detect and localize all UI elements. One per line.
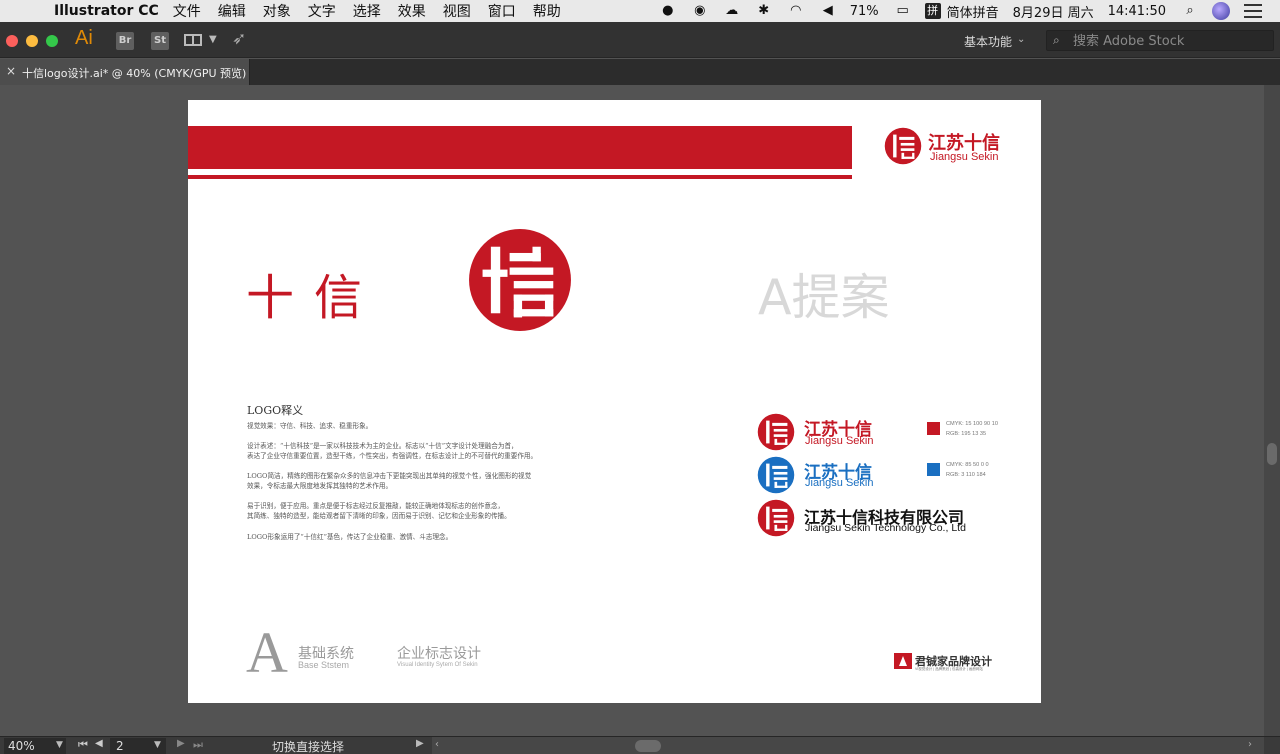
variant-red-logo-mark[interactable]: [757, 413, 795, 451]
close-icon[interactable]: ×: [6, 64, 16, 78]
notification-center-icon[interactable]: [1244, 4, 1262, 18]
battery-icon[interactable]: ▭: [893, 3, 913, 19]
studio-logo-icon[interactable]: [894, 653, 912, 669]
stock-button[interactable]: St: [151, 32, 169, 50]
illustrator-logo: Ai: [75, 27, 93, 49]
footer-section-letter[interactable]: A: [246, 624, 288, 682]
previous-artboard-icon[interactable]: ◀: [95, 738, 103, 749]
document-tab-title: 十信logo设计.ai* @ 40% (CMYK/GPU 预览): [22, 67, 247, 80]
explanation-paragraph[interactable]: LOGO简洁，精练的图形在繁杂众多的信息冲击下更能突现出其单纯的视觉个性，强化图…: [247, 471, 587, 491]
bridge-button[interactable]: Br: [116, 32, 134, 50]
chevron-down-icon: ▼: [154, 740, 161, 750]
stock-search-input[interactable]: [1073, 32, 1268, 50]
menubar-time[interactable]: 14:41:50: [1108, 4, 1166, 19]
siri-icon[interactable]: [1212, 2, 1230, 20]
window-close-button[interactable]: [6, 35, 18, 47]
input-method-name[interactable]: 简体拼音: [947, 2, 999, 21]
menu-file[interactable]: 文件: [173, 1, 201, 21]
menu-type[interactable]: 文字: [308, 1, 336, 21]
artboard-number: 2: [116, 739, 124, 753]
stock-search-box[interactable]: ⌕: [1046, 30, 1274, 51]
menu-help[interactable]: 帮助: [533, 1, 561, 21]
variant-red-brand-en[interactable]: Jiangsu Sekin: [805, 435, 874, 447]
header-red-band[interactable]: [188, 126, 852, 169]
first-artboard-icon[interactable]: ⏮: [78, 738, 88, 752]
explanation-paragraph[interactable]: LOGO形象运用了“十信红”基色，传达了企业稳重、激情、斗志理念。: [247, 532, 587, 542]
explanation-paragraph[interactable]: 易于识别，便于应用。重点是便于标志经过反复推敲，能较正确地体现标志的创作意念， …: [247, 501, 587, 521]
menubar-status-area: ● ◉ ☁ ✱ ◠ ◀ 71% ▭ 拼 简体拼音 8月29日 周六 14:41:…: [658, 0, 1280, 22]
blue-color-values[interactable]: CMYK: 85 50 0 0 RGB: 3 110 184: [946, 460, 989, 480]
scroll-left-icon[interactable]: ‹: [435, 739, 439, 750]
macos-menubar: Illustrator CC 文件 编辑 对象 文字 选择 效果 视图 窗口 帮…: [0, 0, 1280, 22]
last-artboard-icon[interactable]: ⏭: [193, 738, 203, 752]
scroll-right-icon[interactable]: ›: [1248, 739, 1252, 750]
menu-view[interactable]: 视图: [443, 1, 471, 21]
document-tab[interactable]: × 十信logo设计.ai* @ 40% (CMYK/GPU 预览): [0, 59, 250, 85]
wifi-icon[interactable]: ◠: [786, 3, 806, 19]
footer-basic-system-en[interactable]: Base Ststem: [298, 660, 349, 670]
blue-color-swatch[interactable]: [927, 463, 940, 476]
vertical-scrollbar[interactable]: [1264, 85, 1280, 736]
volume-icon[interactable]: ◀: [818, 3, 838, 19]
footer-vi-title-en[interactable]: Visual Identity Sytem Of Sekin: [397, 662, 478, 668]
menubar-date[interactable]: 8月29日 周六: [1013, 2, 1094, 21]
header-red-line[interactable]: [188, 175, 852, 179]
studio-subtitle[interactable]: VI视觉设计 | 品牌策划 | 包装设计 | 画册网站: [915, 667, 983, 672]
vertical-scroll-thumb[interactable]: [1267, 443, 1277, 465]
next-artboard-icon[interactable]: ▶: [177, 738, 185, 749]
status-bar: 40% ▼ ⏮ ◀ 2 ▼ ▶ ⏭ 切换直接选择 ▶ ‹ ›: [0, 736, 1280, 754]
wechat-icon[interactable]: ◉: [690, 3, 710, 19]
arrange-documents-icon[interactable]: [184, 34, 202, 46]
menu-app-name[interactable]: Illustrator CC: [54, 3, 159, 19]
red-color-values[interactable]: CMYK: 15 100 90 10 RGB: 195 13 35: [946, 419, 998, 439]
horizontal-scrollbar[interactable]: ‹ ›: [432, 737, 1264, 754]
menu-select[interactable]: 选择: [353, 1, 381, 21]
explanation-title[interactable]: LOGO释义: [247, 402, 303, 418]
artboard-number-select[interactable]: 2 ▼: [110, 738, 166, 754]
search-icon: ⌕: [1053, 33, 1060, 47]
variant-blue-logo-mark[interactable]: [757, 456, 795, 494]
window-minimize-button[interactable]: [26, 35, 38, 47]
zoom-value: 40%: [8, 739, 35, 753]
workspace-switcher[interactable]: 基本功能: [964, 33, 1012, 50]
menu-object[interactable]: 对象: [263, 1, 291, 21]
main-logo-mark[interactable]: [468, 228, 572, 332]
chevron-down-icon[interactable]: ⌄: [1017, 34, 1025, 45]
spotlight-search-icon[interactable]: ⌕: [1180, 3, 1200, 19]
variant-fullname-en[interactable]: Jiangsu Sekin Technology Co., Ltd: [805, 522, 966, 534]
chevron-down-icon: ▼: [56, 740, 63, 750]
explanation-paragraph[interactable]: 视觉效果：守信、科技、追求、稳重形象。: [247, 421, 587, 431]
proposal-label[interactable]: A提案: [758, 258, 890, 329]
footer-vi-title-cn[interactable]: 企业标志设计: [397, 643, 481, 663]
status-menu-arrow-icon[interactable]: ▶: [416, 738, 424, 749]
status-tool-hint[interactable]: 切换直接选择: [272, 738, 344, 754]
horizontal-scroll-thumb[interactable]: [635, 740, 661, 752]
variant-fullname-logo-mark[interactable]: [757, 499, 795, 537]
gpu-performance-icon[interactable]: ➶: [232, 29, 246, 49]
header-brand-en[interactable]: Jiangsu Sekin: [930, 151, 999, 163]
logo-wordmark[interactable]: 十信: [246, 258, 382, 328]
chevron-down-icon[interactable]: ▼: [209, 34, 217, 45]
artboard[interactable]: 江苏十信 Jiangsu Sekin 十信 A提案 LOGO释义 视觉效果：守信…: [188, 100, 1041, 703]
red-color-swatch[interactable]: [927, 422, 940, 435]
app-toolbar: Ai Br St ▼ ➶ 基本功能 ⌄ ⌕: [0, 22, 1280, 58]
creative-cloud-icon[interactable]: ☁: [722, 3, 742, 19]
variant-blue-brand-en[interactable]: Jiangsu Sekin: [805, 477, 874, 489]
menu-effect[interactable]: 效果: [398, 1, 426, 21]
menu-edit[interactable]: 编辑: [218, 1, 246, 21]
input-method-icon[interactable]: 拼: [924, 3, 941, 19]
bluetooth-icon[interactable]: ✱: [754, 3, 774, 19]
qq-icon[interactable]: ●: [658, 3, 678, 19]
battery-percent[interactable]: 71%: [850, 4, 879, 19]
zoom-select[interactable]: 40% ▼: [4, 738, 66, 754]
window-zoom-button[interactable]: [46, 35, 58, 47]
header-logo-mark[interactable]: [884, 127, 922, 165]
menu-window[interactable]: 窗口: [488, 1, 516, 21]
document-tab-bar: × 十信logo设计.ai* @ 40% (CMYK/GPU 预览): [0, 59, 1280, 85]
explanation-paragraph[interactable]: 设计表述：“十信科技”是一家以科技技术为主的企业。标志以“十信”文字设计处理融合…: [247, 441, 587, 461]
